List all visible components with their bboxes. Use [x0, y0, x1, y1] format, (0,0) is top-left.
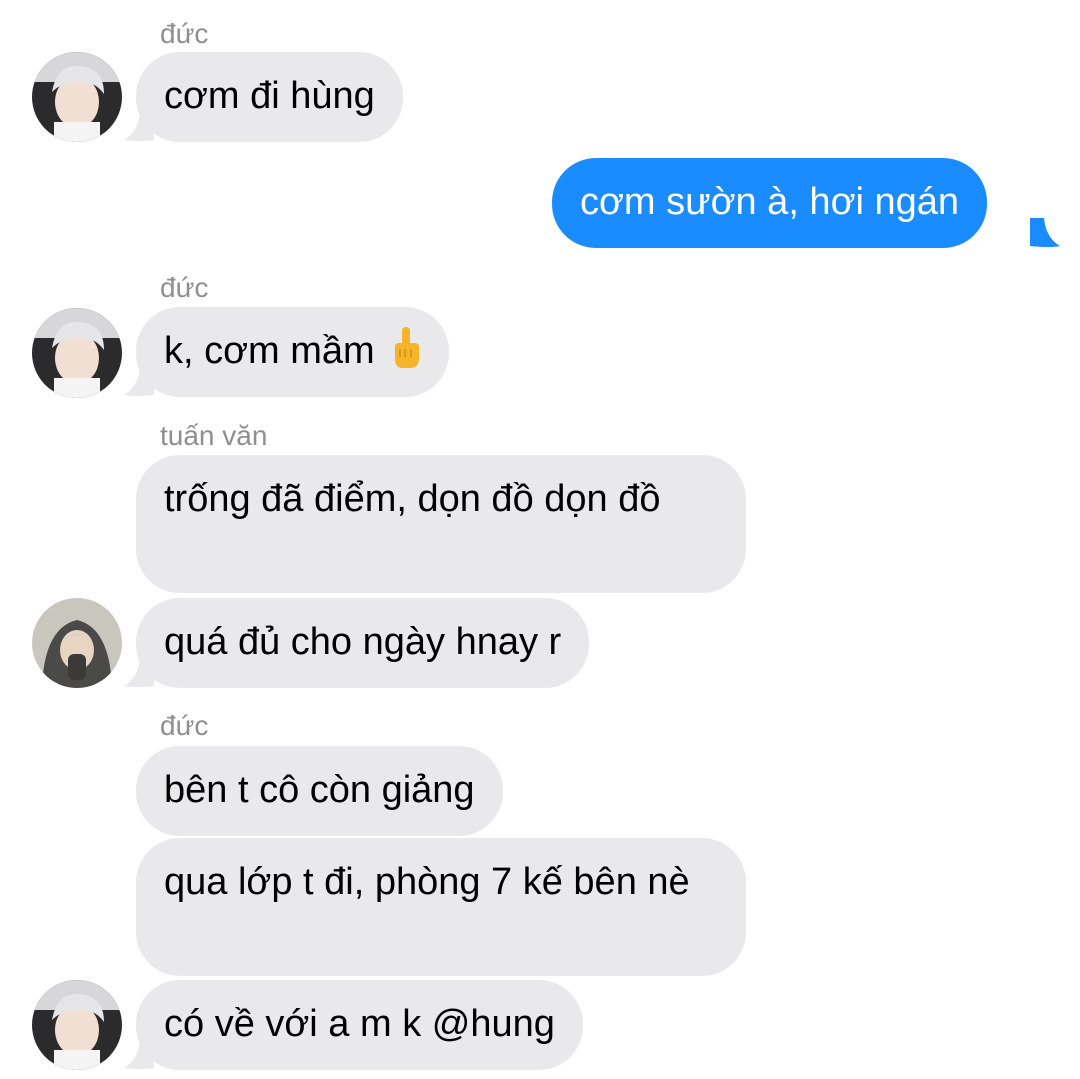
message-text: k, cơm mầm	[164, 330, 375, 372]
bubble-tail	[1030, 218, 1060, 247]
bubble-tail	[124, 1040, 154, 1069]
message-bubble-incoming[interactable]: bên t cô còn giảng	[136, 746, 503, 836]
middle-finger-emoji-icon	[391, 327, 421, 381]
message-bubble-outgoing[interactable]: cơm sườn à, hơi ngán	[552, 158, 988, 248]
bubble-tail	[124, 658, 154, 687]
avatar-duc[interactable]	[32, 308, 122, 398]
sender-name: đức	[160, 272, 209, 303]
message-bubble-incoming[interactable]: cơm đi hùng	[136, 52, 403, 142]
message-bubble-incoming[interactable]: quá đủ cho ngày hnay r	[136, 598, 590, 688]
message-bubble-incoming[interactable]: trống đã điểm, dọn đồ dọn đồ	[136, 455, 746, 593]
message-bubble-incoming[interactable]: có về với a m k @hung	[136, 980, 583, 1070]
sender-name: đức	[160, 18, 209, 49]
message-bubble-incoming[interactable]: k, cơm mầm	[136, 307, 450, 397]
message-bubble-incoming[interactable]: qua lớp t đi, phòng 7 kế bên nè	[136, 838, 746, 976]
sender-name: đức	[160, 710, 209, 741]
bubble-tail	[124, 367, 154, 396]
avatar-duc[interactable]	[32, 52, 122, 142]
bubble-tail	[124, 112, 154, 141]
sender-name: tuấn văn	[160, 420, 268, 451]
avatar-tuan-van[interactable]	[32, 598, 122, 688]
avatar-duc[interactable]	[32, 980, 122, 1070]
